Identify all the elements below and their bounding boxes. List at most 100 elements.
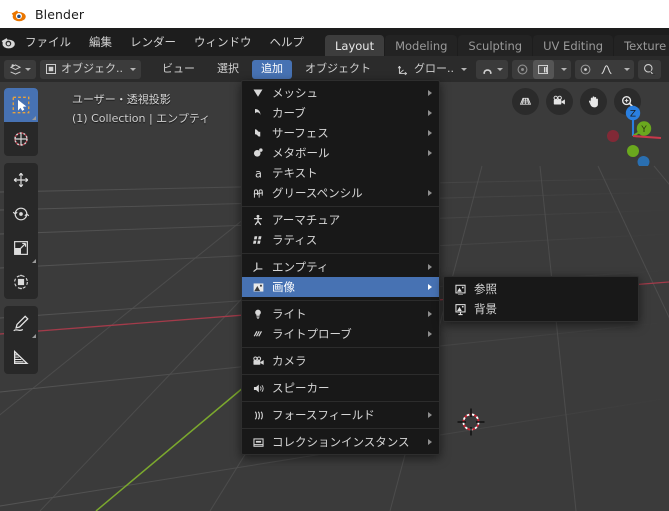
toolbar-group-annotate	[4, 306, 38, 374]
viewport-menu-view-label: ビュー	[162, 62, 195, 75]
light-bulb-icon	[248, 306, 268, 322]
toggle-camera-view-button[interactable]	[546, 88, 573, 115]
transform-orientation-label: グロー..	[414, 62, 454, 75]
proportional-falloff-dropdown[interactable]	[554, 60, 571, 79]
blender-window: Blender ファイル 編集 レンダー ウィンドウ ヘルプ Layout Mo…	[0, 0, 669, 511]
falloff-shape-toggle[interactable]	[575, 60, 596, 79]
add-menu-image-label: 画像	[272, 280, 295, 294]
add-menu-mesh[interactable]: メッシュ	[242, 83, 439, 103]
menu-file[interactable]: ファイル	[16, 32, 80, 53]
add-menu-camera-label: カメラ	[272, 354, 307, 368]
add-menu-grease-pencil[interactable]: グリースペンシル	[242, 183, 439, 203]
viewport-menu-object[interactable]: オブジェクト	[296, 60, 380, 79]
tool-cursor[interactable]	[4, 122, 38, 156]
submenu-arrow-icon	[428, 264, 432, 270]
menu-edit[interactable]: 編集	[80, 32, 121, 53]
camera-icon	[248, 353, 268, 369]
viewport-gizmo-toggle-icon	[643, 63, 656, 76]
tool-annotate[interactable]	[4, 306, 38, 340]
chevron-down-icon	[130, 67, 136, 71]
transform-orientation-selector[interactable]: グロー..	[392, 60, 472, 79]
submenu-arrow-icon	[428, 110, 432, 116]
add-menu-light[interactable]: ライト	[242, 304, 439, 324]
add-menu-speaker[interactable]: スピーカー	[242, 378, 439, 398]
gizmo-z-label: Z	[630, 110, 636, 120]
snapping-toggle[interactable]	[476, 59, 508, 79]
tool-select-box[interactable]	[4, 88, 38, 122]
toolbar-group-transform	[4, 163, 38, 299]
chevron-down-icon	[624, 67, 630, 71]
image-icon	[248, 279, 268, 295]
empty-axes-icon	[248, 259, 268, 275]
add-menu-force-field[interactable]: フォースフィールド	[242, 405, 439, 425]
tool-submenu-corner	[32, 116, 36, 120]
add-menu-camera[interactable]: カメラ	[242, 351, 439, 371]
workspace-tabs: Layout Modeling Sculpting UV Editing Tex…	[325, 28, 669, 59]
viewport-menu-add[interactable]: 追加	[252, 59, 292, 79]
menu-render[interactable]: レンダー	[121, 32, 185, 53]
add-menu-armature[interactable]: アーマチュア	[242, 210, 439, 230]
toggle-perspective-ortho-button[interactable]	[512, 88, 539, 115]
topbar-menu-strip: ファイル 編集 レンダー ウィンドウ ヘルプ	[16, 28, 313, 56]
tool-move[interactable]	[4, 163, 38, 197]
add-menu-metaball[interactable]: メタボール	[242, 143, 439, 163]
editor-type-selector[interactable]	[4, 59, 36, 79]
viewport-gizmo-toggle[interactable]	[638, 59, 661, 79]
falloff-curve-icon	[537, 63, 550, 76]
speaker-icon	[248, 380, 268, 396]
add-menu-empty[interactable]: エンプティ	[242, 257, 439, 277]
add-menu-text[interactable]: a テキスト	[242, 163, 439, 183]
image-background-icon	[450, 301, 470, 317]
viewport-axis-gizmo[interactable]: Z Y	[599, 100, 665, 166]
mesh-icon	[248, 85, 268, 101]
menu-separator	[242, 401, 439, 402]
svg-text:a: a	[255, 167, 262, 180]
grease-pencil-icon	[248, 185, 268, 201]
proportional-editing-group	[512, 59, 571, 79]
viewport-menu-view[interactable]: ビュー	[153, 60, 204, 79]
add-menu-surface-label: サーフェス	[272, 126, 329, 140]
viewport-toolbar	[4, 88, 38, 381]
metaball-icon	[248, 145, 268, 161]
falloff-shape-dropdown[interactable]	[617, 60, 634, 79]
menu-separator	[242, 374, 439, 375]
add-menu-light-probe[interactable]: ライトプローブ	[242, 324, 439, 344]
menu-window[interactable]: ウィンドウ	[185, 32, 261, 53]
curve-bell-icon	[600, 63, 613, 76]
interaction-mode-selector[interactable]: オブジェク..	[40, 59, 141, 79]
tool-submenu-corner	[32, 259, 36, 263]
add-menu-light-probe-label: ライトプローブ	[272, 327, 352, 341]
submenu-arrow-icon	[428, 90, 432, 96]
tool-measure[interactable]	[4, 340, 38, 374]
add-menu-collection-instance[interactable]: コレクションインスタンス	[242, 432, 439, 452]
gizmo-y-negative	[627, 145, 639, 157]
tool-rotate[interactable]	[4, 197, 38, 231]
add-menu-image[interactable]: 画像	[242, 277, 439, 297]
add-menu-surface[interactable]: サーフェス	[242, 123, 439, 143]
chevron-down-icon	[25, 67, 31, 71]
tool-transform[interactable]	[4, 265, 38, 299]
menu-help[interactable]: ヘルプ	[261, 32, 314, 53]
proportional-falloff-toggle[interactable]	[533, 59, 554, 79]
submenu-arrow-icon	[428, 190, 432, 196]
image-submenu-background[interactable]: 背景	[444, 299, 638, 319]
orientation-gizmo-icon	[397, 63, 410, 76]
submenu-arrow-icon	[428, 439, 432, 445]
toolbar-group-select	[4, 88, 38, 156]
add-menu-lattice[interactable]: ラティス	[242, 230, 439, 250]
add-menu-curve[interactable]: カーブ	[242, 103, 439, 123]
menu-separator	[242, 206, 439, 207]
submenu-arrow-icon	[428, 331, 432, 337]
image-submenu-reference[interactable]: 参照	[444, 279, 638, 299]
blender-app-menu-icon[interactable]	[0, 28, 16, 56]
tool-scale[interactable]	[4, 231, 38, 265]
tool-submenu-corner	[32, 334, 36, 338]
gizmo-x-line	[632, 134, 662, 140]
submenu-arrow-icon	[428, 284, 432, 290]
falloff-curve-preview[interactable]	[596, 60, 617, 79]
proportional-edit-toggle[interactable]	[512, 60, 533, 79]
chevron-down-icon	[561, 67, 567, 71]
viewport-menu-object-label: オブジェクト	[305, 62, 371, 75]
viewport-menu-select[interactable]: 選択	[208, 60, 248, 79]
menu-separator	[242, 300, 439, 301]
